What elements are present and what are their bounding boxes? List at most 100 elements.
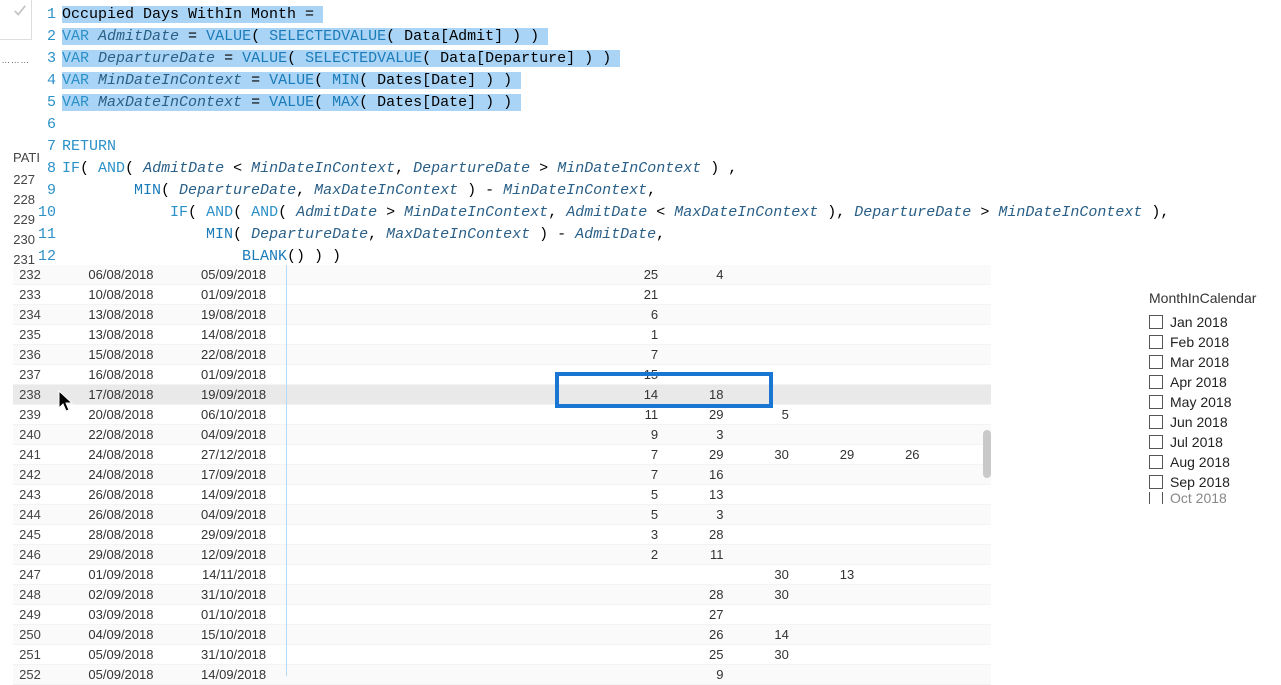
value-cell[interactable] bbox=[664, 365, 729, 385]
value-cell[interactable] bbox=[795, 465, 860, 485]
value-cell[interactable] bbox=[664, 345, 729, 365]
code-line[interactable]: IF( AND( AND( AdmitDate > MinDateInConte… bbox=[62, 202, 1281, 224]
spacer-cell[interactable] bbox=[337, 545, 402, 565]
admit-date-cell[interactable]: 05/09/2018 bbox=[47, 645, 160, 665]
table-row[interactable]: 24701/09/201814/11/20183013 bbox=[13, 565, 991, 585]
spacer-cell[interactable] bbox=[403, 305, 468, 325]
spacer-cell[interactable] bbox=[468, 565, 533, 585]
row-number-cell[interactable]: 247 bbox=[13, 565, 47, 585]
table-row[interactable]: 25105/09/201831/10/20182530 bbox=[13, 645, 991, 665]
value-cell[interactable] bbox=[730, 285, 795, 305]
value-cell[interactable]: 9 bbox=[599, 425, 664, 445]
spacer-cell[interactable] bbox=[468, 325, 533, 345]
spacer-cell[interactable] bbox=[468, 265, 533, 285]
value-cell[interactable] bbox=[860, 305, 925, 325]
spacer-cell[interactable] bbox=[272, 565, 337, 585]
spacer-cell[interactable] bbox=[468, 305, 533, 325]
tail-cell[interactable] bbox=[926, 565, 991, 585]
table-row[interactable]: 25205/09/201814/09/20189 bbox=[13, 665, 991, 685]
tail-cell[interactable] bbox=[926, 525, 991, 545]
table-row[interactable]: 23310/08/201801/09/201821 bbox=[13, 285, 991, 305]
spacer-cell[interactable] bbox=[468, 365, 533, 385]
value-cell[interactable] bbox=[795, 485, 860, 505]
table-row[interactable]: 23206/08/201805/09/2018254 bbox=[13, 265, 991, 285]
tail-cell[interactable] bbox=[926, 405, 991, 425]
value-cell[interactable] bbox=[795, 605, 860, 625]
departure-date-cell[interactable]: 14/11/2018 bbox=[159, 565, 272, 585]
spacer-cell[interactable] bbox=[337, 385, 402, 405]
admit-date-cell[interactable]: 03/09/2018 bbox=[47, 605, 160, 625]
code-line[interactable]: VAR MaxDateInContext = VALUE( MAX( Dates… bbox=[62, 92, 1281, 114]
spacer-cell[interactable] bbox=[533, 345, 598, 365]
spacer-cell[interactable] bbox=[403, 285, 468, 305]
value-cell[interactable] bbox=[664, 305, 729, 325]
slicer-item-overflow[interactable]: Oct 2018 bbox=[1149, 492, 1277, 504]
spacer-cell[interactable] bbox=[337, 645, 402, 665]
value-cell[interactable] bbox=[664, 285, 729, 305]
row-number-cell[interactable]: 250 bbox=[13, 625, 47, 645]
departure-date-cell[interactable]: 12/09/2018 bbox=[159, 545, 272, 565]
admit-date-cell[interactable]: 26/08/2018 bbox=[47, 485, 160, 505]
admit-date-cell[interactable]: 22/08/2018 bbox=[47, 425, 160, 445]
value-cell[interactable] bbox=[730, 365, 795, 385]
tail-cell[interactable] bbox=[926, 265, 991, 285]
spacer-cell[interactable] bbox=[272, 585, 337, 605]
table-row[interactable]: 23817/08/201819/09/20181418 bbox=[13, 385, 991, 405]
value-cell[interactable]: 2 bbox=[599, 545, 664, 565]
checkbox-icon[interactable] bbox=[1149, 315, 1163, 329]
value-cell[interactable]: 29 bbox=[795, 445, 860, 465]
departure-date-cell[interactable]: 04/09/2018 bbox=[159, 505, 272, 525]
row-number-cell[interactable]: 252 bbox=[13, 665, 47, 685]
spacer-cell[interactable] bbox=[468, 385, 533, 405]
checkbox-icon[interactable] bbox=[1149, 355, 1163, 369]
value-cell[interactable] bbox=[795, 585, 860, 605]
tail-cell[interactable] bbox=[926, 505, 991, 525]
value-cell[interactable] bbox=[860, 385, 925, 405]
value-cell[interactable] bbox=[860, 365, 925, 385]
table-row[interactable]: 23920/08/201806/10/201811295 bbox=[13, 405, 991, 425]
spacer-cell[interactable] bbox=[337, 265, 402, 285]
table-row[interactable]: 24903/09/201801/10/201827 bbox=[13, 605, 991, 625]
row-number-cell[interactable]: 243 bbox=[13, 485, 47, 505]
departure-date-cell[interactable]: 29/09/2018 bbox=[159, 525, 272, 545]
spacer-cell[interactable] bbox=[272, 445, 337, 465]
checkbox-icon[interactable] bbox=[1149, 455, 1163, 469]
code-line[interactable]: RETURN bbox=[62, 136, 1281, 158]
spacer-cell[interactable] bbox=[468, 605, 533, 625]
departure-date-cell[interactable]: 15/10/2018 bbox=[159, 625, 272, 645]
value-cell[interactable] bbox=[795, 345, 860, 365]
spacer-cell[interactable] bbox=[533, 565, 598, 585]
value-cell[interactable] bbox=[599, 605, 664, 625]
checkbox-icon[interactable] bbox=[1149, 415, 1163, 429]
tail-cell[interactable] bbox=[926, 645, 991, 665]
table-row[interactable]: 25004/09/201815/10/20182614 bbox=[13, 625, 991, 645]
tail-cell[interactable] bbox=[926, 485, 991, 505]
row-number-cell[interactable]: 241 bbox=[13, 445, 47, 465]
value-cell[interactable] bbox=[860, 505, 925, 525]
spacer-cell[interactable] bbox=[403, 525, 468, 545]
row-number-cell[interactable]: 238 bbox=[13, 385, 47, 405]
admit-date-cell[interactable]: 13/08/2018 bbox=[47, 325, 160, 345]
table-row[interactable]: 24426/08/201804/09/201853 bbox=[13, 505, 991, 525]
spacer-cell[interactable] bbox=[272, 545, 337, 565]
code-line[interactable]: VAR DepartureDate = VALUE( SELECTEDVALUE… bbox=[62, 48, 1281, 70]
departure-date-cell[interactable]: 17/09/2018 bbox=[159, 465, 272, 485]
spacer-cell[interactable] bbox=[468, 505, 533, 525]
value-cell[interactable] bbox=[730, 265, 795, 285]
spacer-cell[interactable] bbox=[403, 465, 468, 485]
departure-date-cell[interactable]: 19/08/2018 bbox=[159, 305, 272, 325]
spacer-cell[interactable] bbox=[403, 565, 468, 585]
value-cell[interactable]: 14 bbox=[599, 385, 664, 405]
departure-date-cell[interactable]: 06/10/2018 bbox=[159, 405, 272, 425]
value-cell[interactable] bbox=[860, 585, 925, 605]
slicer-item[interactable]: Jun 2018 bbox=[1149, 412, 1277, 432]
spacer-cell[interactable] bbox=[533, 405, 598, 425]
departure-date-cell[interactable]: 22/08/2018 bbox=[159, 345, 272, 365]
table-row[interactable]: 24326/08/201814/09/2018513 bbox=[13, 485, 991, 505]
value-cell[interactable] bbox=[795, 265, 860, 285]
spacer-cell[interactable] bbox=[533, 265, 598, 285]
spacer-cell[interactable] bbox=[403, 645, 468, 665]
formula-commit-icon[interactable] bbox=[0, 0, 32, 40]
slicer-item[interactable]: Mar 2018 bbox=[1149, 352, 1277, 372]
tail-cell[interactable] bbox=[926, 325, 991, 345]
